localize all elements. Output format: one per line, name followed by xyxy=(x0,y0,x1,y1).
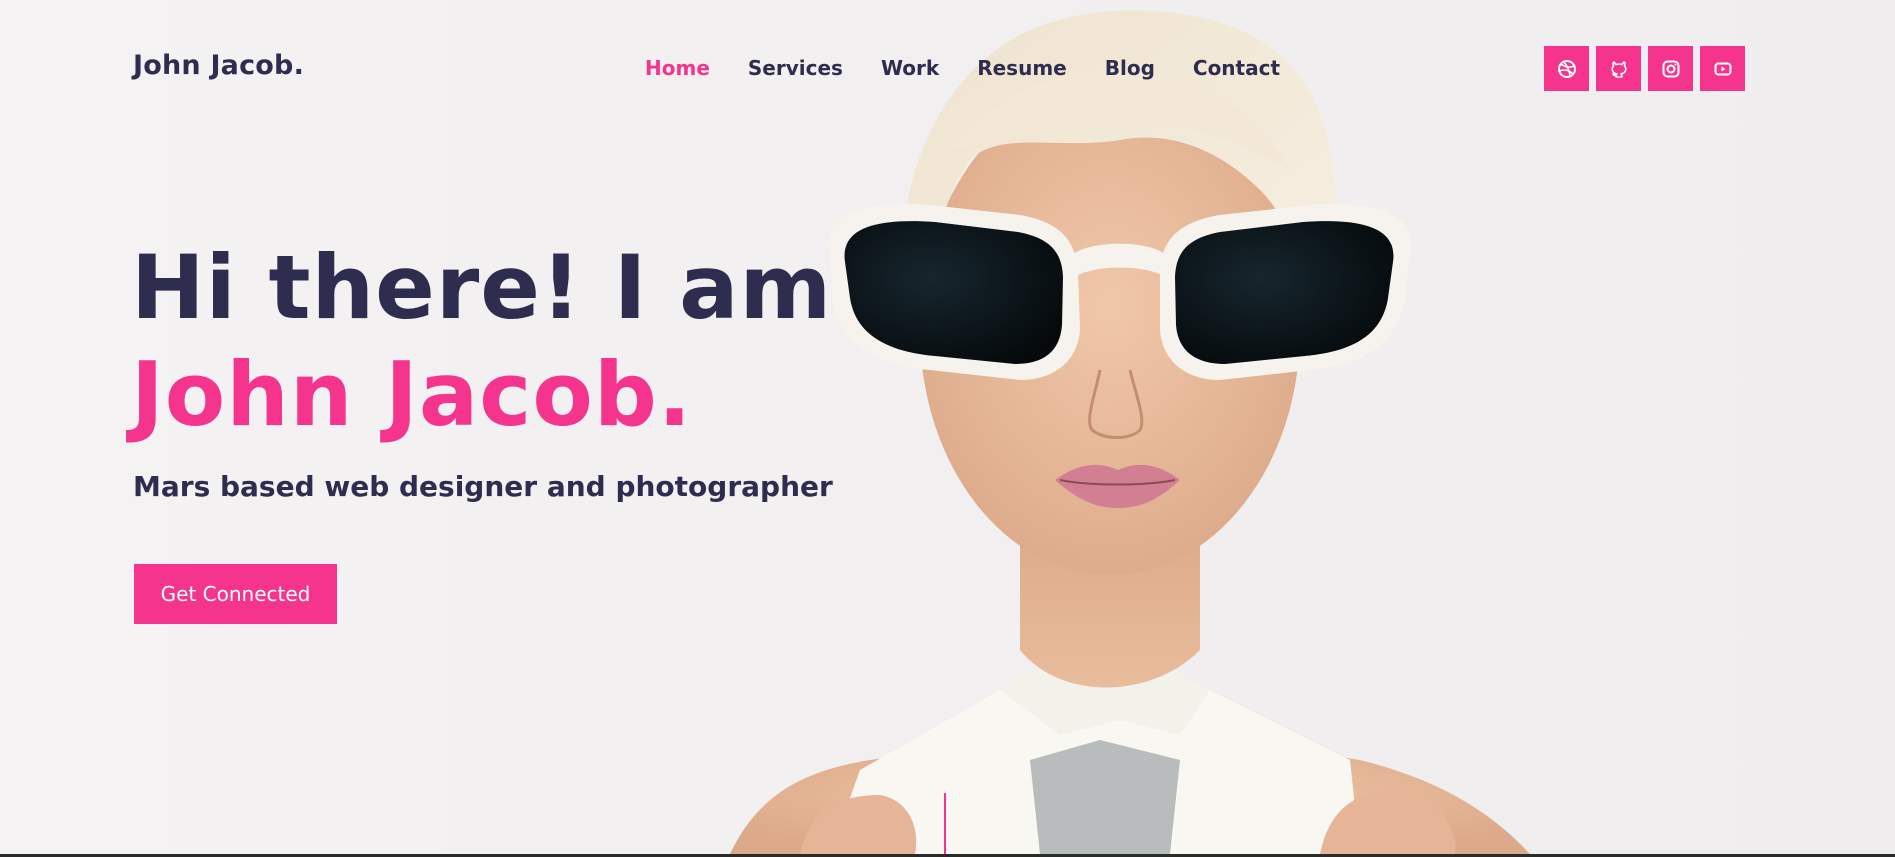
nav-item-services[interactable]: Services xyxy=(748,56,843,80)
hero-name: John Jacob. xyxy=(131,343,693,446)
hero-portrait-image xyxy=(730,10,1530,854)
github-button[interactable] xyxy=(1596,46,1641,91)
instagram-button[interactable] xyxy=(1648,46,1693,91)
social-links xyxy=(1544,46,1745,91)
github-icon xyxy=(1610,60,1627,78)
main-nav: Home Services Work Resume Blog Contact xyxy=(645,56,1318,80)
youtube-icon xyxy=(1714,62,1731,75)
nav-item-work[interactable]: Work xyxy=(881,56,939,80)
scroll-indicator-line xyxy=(944,793,946,854)
nav-item-resume[interactable]: Resume xyxy=(977,56,1067,80)
nav-item-contact[interactable]: Contact xyxy=(1193,56,1280,80)
dribbble-icon xyxy=(1557,59,1576,78)
hero-section: John Jacob. Home Services Work Resume Bl… xyxy=(0,0,1895,854)
nav-item-blog[interactable]: Blog xyxy=(1105,56,1155,80)
hero-tagline: Mars based web designer and photographer xyxy=(133,470,833,503)
instagram-icon xyxy=(1662,60,1679,77)
hero-greeting: Hi there! I am xyxy=(131,236,833,339)
youtube-button[interactable] xyxy=(1700,46,1745,91)
site-logo[interactable]: John Jacob. xyxy=(133,50,304,81)
dribbble-button[interactable] xyxy=(1544,46,1589,91)
get-connected-button[interactable]: Get Connected xyxy=(134,564,337,624)
nav-item-home[interactable]: Home xyxy=(645,56,710,80)
